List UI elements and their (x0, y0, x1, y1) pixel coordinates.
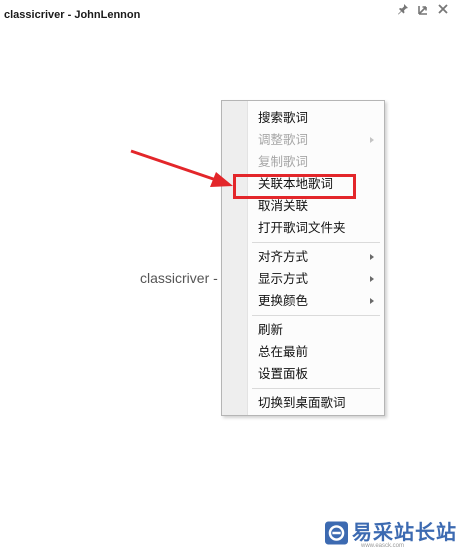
menu-item-label: 复制歌词 (258, 154, 309, 169)
context-menu: 搜索歌词调整歌词复制歌词关联本地歌词 取消关联打开歌词文件夹 对齐方式显示方式更换颜… (221, 100, 385, 416)
pin-icon (398, 4, 408, 15)
close-button[interactable] (435, 1, 451, 17)
menu-item-label: 刷新 (258, 322, 284, 337)
menu-item-label: 关联本地歌词 (258, 176, 334, 191)
menu-item-label: 取消关联 (258, 198, 309, 213)
window-controls (395, 1, 451, 17)
menu-item[interactable]: 取消关联 (222, 195, 384, 217)
menu-item-label: 搜索歌词 (258, 110, 309, 125)
menu-item-label: 总在最前 (258, 344, 309, 359)
menu-item-label: 调整歌词 (258, 132, 309, 147)
lyric-line: classicriver - (140, 270, 218, 286)
pin-button[interactable] (395, 1, 411, 17)
menu-item-label: 对齐方式 (258, 249, 309, 264)
submenu-arrow-icon (370, 254, 374, 260)
menu-item-label: 切换到桌面歌词 (258, 395, 346, 410)
restore-icon (418, 6, 427, 15)
menu-separator (252, 242, 380, 243)
submenu-arrow-icon (370, 276, 374, 282)
menu-separator (252, 315, 380, 316)
menu-item: 复制歌词 (222, 151, 384, 173)
window-title: classicriver - JohnLennon (4, 9, 141, 21)
menu-item[interactable]: 搜索歌词 (222, 107, 384, 129)
submenu-arrow-icon (370, 137, 374, 143)
arrow-shaft (130, 149, 229, 186)
menu-item[interactable]: 更换颜色 (222, 290, 384, 312)
menu-item[interactable]: 对齐方式 (222, 246, 384, 268)
menu-item[interactable]: 切换到桌面歌词 (222, 392, 384, 414)
menu-item[interactable]: 打开歌词文件夹 (222, 217, 384, 239)
menu-item[interactable]: 设置面板 (222, 363, 384, 385)
close-icon (438, 4, 448, 14)
menu-separator (252, 388, 380, 389)
menu-item[interactable]: 总在最前 (222, 341, 384, 363)
menu-item: 调整歌词 (222, 129, 384, 151)
menu-item[interactable]: 刷新 (222, 319, 384, 341)
watermark: 易采站长站 www.easck.com (323, 516, 457, 550)
menu-item-label: 打开歌词文件夹 (258, 220, 346, 235)
menu-item-label: 设置面板 (258, 366, 309, 381)
watermark-subtext: www.easck.com (361, 543, 405, 549)
menu-item[interactable]: 关联本地歌词 (222, 173, 384, 195)
menu-item-label: 显示方式 (258, 271, 309, 286)
menu-item[interactable]: 显示方式 (222, 268, 384, 290)
restore-button[interactable] (415, 1, 431, 17)
submenu-arrow-icon (370, 298, 374, 304)
watermark-logo-icon (325, 521, 348, 545)
menu-item-list: 搜索歌词调整歌词复制歌词关联本地歌词 取消关联打开歌词文件夹 对齐方式显示方式更换颜… (222, 107, 384, 414)
menu-item-label: 更换颜色 (258, 293, 309, 308)
watermark-text: 易采站长站 (352, 522, 457, 544)
